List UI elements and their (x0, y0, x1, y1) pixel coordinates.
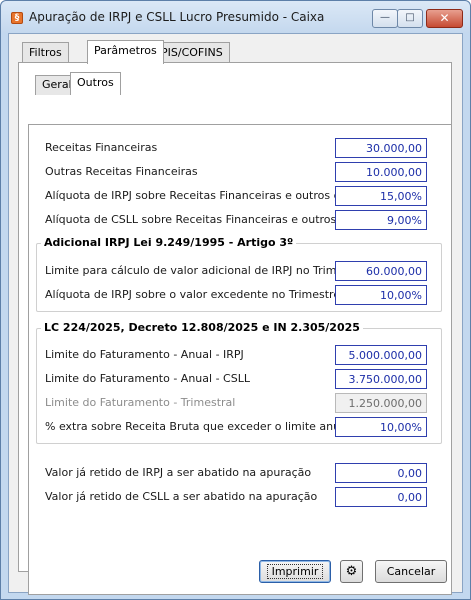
subtab-outros[interactable]: Outros (70, 72, 121, 95)
retido-irpj-label: Valor já retido de IRPJ a ser abatido na… (45, 466, 312, 479)
close-button[interactable]: ✕ (426, 9, 463, 28)
maximize-button[interactable]: □ (397, 9, 423, 28)
tab-parametros[interactable]: Parâmetros (87, 40, 164, 64)
receitas-financeiras-input[interactable]: 30.000,00 (335, 138, 427, 158)
limite-anual-csll-label: Limite do Faturamento - Anual - CSLL (45, 372, 250, 385)
retido-csll-label: Valor já retido de CSLL a ser abatido na… (45, 490, 318, 503)
tab-filtros[interactable]: Filtros (22, 42, 69, 64)
settings-button[interactable]: ⚙ (340, 560, 363, 583)
retido-irpj-input[interactable]: 0,00 (335, 463, 427, 483)
cancelar-button[interactable]: Cancelar (375, 560, 447, 583)
tab-pis-cofins[interactable]: PIS/COFINS (154, 42, 230, 64)
aliquota-csll-input[interactable]: 9,00% (335, 210, 427, 230)
aliquota-excedente-input[interactable]: 10,00% (335, 285, 427, 305)
adicional-irpj-group: Adicional IRPJ Lei 9.249/1995 - Artigo 3… (36, 236, 442, 312)
lc-224-title: LC 224/2025, Decreto 12.808/2025 e IN 2.… (41, 321, 363, 334)
parametros-panel: Geral Outros Receitas Financeiras 30.000… (18, 62, 452, 595)
receitas-financeiras-label: Receitas Financeiras (45, 141, 158, 154)
outras-receitas-label: Outras Receitas Financeiras (45, 165, 198, 178)
outros-panel: Receitas Financeiras 30.000,00 Outras Re… (28, 124, 452, 595)
limite-trimestral-input: 1.250.000,00 (335, 393, 427, 413)
retido-csll-input[interactable]: 0,00 (335, 487, 427, 507)
aliquota-excedente-label: Alíquota de IRPJ sobre o valor excedente… (45, 288, 341, 301)
outras-receitas-input[interactable]: 10.000,00 (335, 162, 427, 182)
adicional-irpj-title: Adicional IRPJ Lei 9.249/1995 - Artigo 3… (41, 236, 297, 249)
minimize-button[interactable]: — (372, 9, 398, 28)
imprimir-button-label: Imprimir (266, 564, 324, 579)
limite-adicional-label: Limite para cálculo de valor adicional d… (45, 264, 365, 277)
limite-trimestral-label: Limite do Faturamento - Trimestral (45, 396, 236, 409)
lc-224-group: LC 224/2025, Decreto 12.808/2025 e IN 2.… (36, 321, 442, 444)
limite-anual-irpj-label: Limite do Faturamento - Anual - IRPJ (45, 348, 244, 361)
limite-anual-csll-input[interactable]: 3.750.000,00 (335, 369, 427, 389)
imprimir-button[interactable]: Imprimir (259, 560, 331, 583)
window-title: Apuração de IRPJ e CSLL Lucro Presumido … (29, 10, 325, 24)
gear-icon: ⚙ (345, 564, 358, 579)
dialog-client-area: Filtros Parâmetros PIS/COFINS Geral Outr… (8, 33, 463, 595)
title-bar[interactable]: § Apuração de IRPJ e CSLL Lucro Presumid… (1, 1, 470, 33)
limite-anual-irpj-input[interactable]: 5.000.000,00 (335, 345, 427, 365)
percentual-extra-input[interactable]: 10,00% (335, 417, 427, 437)
percentual-extra-label: % extra sobre Receita Bruta que exceder … (45, 420, 350, 433)
limite-adicional-input[interactable]: 60.000,00 (335, 261, 427, 281)
aliquota-irpj-label: Alíquota de IRPJ sobre Receitas Financei… (45, 189, 374, 202)
app-icon: § (11, 12, 23, 24)
aliquota-csll-label: Alíquota de CSLL sobre Receitas Financei… (45, 213, 380, 226)
dialog-window: § Apuração de IRPJ e CSLL Lucro Presumid… (0, 0, 471, 600)
aliquota-irpj-input[interactable]: 15,00% (335, 186, 427, 206)
